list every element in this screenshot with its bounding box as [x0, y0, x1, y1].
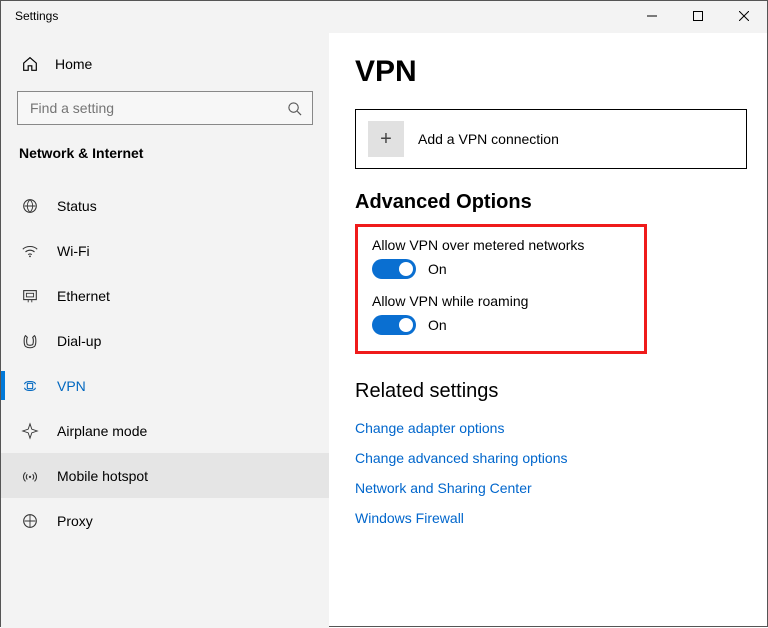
airplane-icon [21, 422, 39, 440]
add-vpn-connection[interactable]: + Add a VPN connection [355, 109, 747, 169]
vpn-icon [21, 377, 39, 395]
minimize-button[interactable] [629, 1, 675, 31]
toggle-metered-state: On [428, 261, 447, 277]
title-bar: Settings [1, 1, 767, 33]
home-icon [21, 55, 39, 73]
toggle-roaming-state: On [428, 317, 447, 333]
highlight-annotation: Allow VPN over metered networks On Allow… [355, 224, 647, 354]
search-input[interactable] [28, 99, 287, 117]
page-title: VPN [355, 55, 747, 89]
dialup-icon [21, 332, 39, 350]
close-button[interactable] [721, 1, 767, 31]
ethernet-icon [21, 287, 39, 305]
link-advanced-sharing[interactable]: Change advanced sharing options [355, 443, 747, 473]
sidebar-item-label: Wi-Fi [57, 243, 90, 259]
sidebar-item-label: VPN [57, 378, 86, 394]
proxy-icon [21, 512, 39, 530]
toggle-metered-row: Allow VPN over metered networks On [372, 237, 630, 279]
sidebar-item-hotspot[interactable]: Mobile hotspot [1, 453, 329, 498]
toggle-roaming-row: Allow VPN while roaming On [372, 293, 630, 335]
link-windows-firewall[interactable]: Windows Firewall [355, 503, 747, 533]
window-controls [629, 1, 767, 31]
sidebar-item-wifi[interactable]: Wi-Fi [1, 228, 329, 273]
maximize-button[interactable] [675, 1, 721, 31]
window-title: Settings [1, 1, 58, 23]
category-header: Network & Internet [1, 139, 329, 175]
add-vpn-label: Add a VPN connection [418, 131, 559, 147]
hotspot-icon [21, 467, 39, 485]
wifi-icon [21, 242, 39, 260]
sidebar-item-label: Status [57, 198, 97, 214]
sidebar-item-vpn[interactable]: VPN [1, 363, 329, 408]
toggle-roaming[interactable] [372, 315, 416, 335]
sidebar-item-label: Ethernet [57, 288, 110, 304]
sidebar-item-label: Dial-up [57, 333, 101, 349]
sidebar-item-label: Proxy [57, 513, 93, 529]
sidebar-item-label: Mobile hotspot [57, 468, 148, 484]
sidebar-item-ethernet[interactable]: Ethernet [1, 273, 329, 318]
link-network-sharing-center[interactable]: Network and Sharing Center [355, 473, 747, 503]
toggle-roaming-label: Allow VPN while roaming [372, 293, 630, 309]
toggle-metered[interactable] [372, 259, 416, 279]
main-content: VPN + Add a VPN connection Advanced Opti… [329, 33, 767, 628]
sidebar-item-dialup[interactable]: Dial-up [1, 318, 329, 363]
toggle-metered-label: Allow VPN over metered networks [372, 237, 630, 253]
link-adapter-options[interactable]: Change adapter options [355, 413, 747, 443]
sidebar-item-proxy[interactable]: Proxy [1, 498, 329, 543]
status-icon [21, 197, 39, 215]
home-nav[interactable]: Home [1, 45, 329, 83]
sidebar: Home Network & Internet Status Wi-Fi [1, 33, 329, 628]
search-icon [287, 101, 302, 116]
search-box[interactable] [17, 91, 313, 125]
sidebar-item-label: Airplane mode [57, 423, 147, 439]
sidebar-item-status[interactable]: Status [1, 183, 329, 228]
advanced-options-heading: Advanced Options [355, 191, 747, 214]
nav-list: Status Wi-Fi Ethernet Dial-up [1, 183, 329, 543]
plus-icon: + [368, 121, 404, 157]
related-settings-heading: Related settings [355, 380, 747, 403]
home-label: Home [55, 56, 92, 72]
sidebar-item-airplane[interactable]: Airplane mode [1, 408, 329, 453]
